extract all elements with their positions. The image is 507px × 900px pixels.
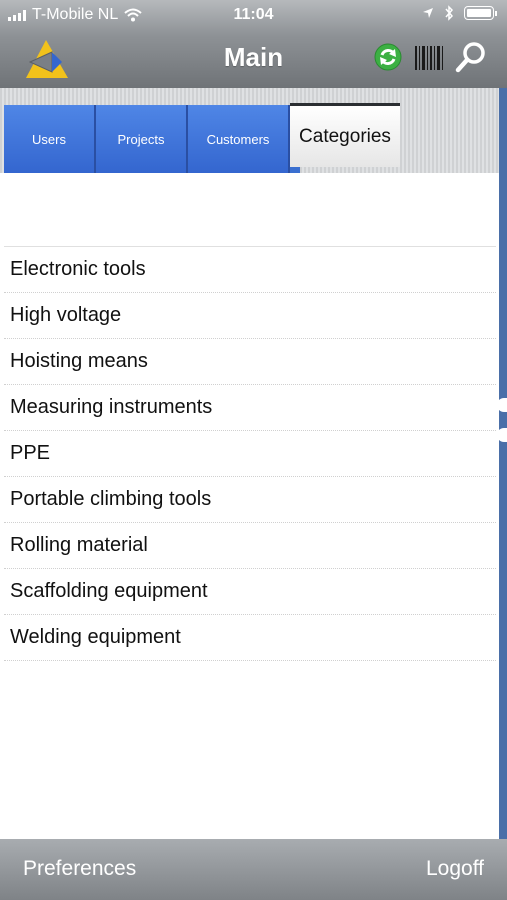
search-icon[interactable] bbox=[455, 41, 487, 73]
list-item[interactable]: PPE bbox=[4, 431, 496, 477]
barcode-icon[interactable] bbox=[414, 45, 444, 71]
tab-users[interactable]: Users bbox=[4, 105, 96, 173]
list-item[interactable]: Portable climbing tools bbox=[4, 477, 496, 523]
tab-customers[interactable]: Customers bbox=[188, 105, 290, 173]
tab-categories[interactable]: Categories bbox=[290, 103, 400, 167]
list-item[interactable]: Scaffolding equipment bbox=[4, 569, 496, 615]
status-bar: T-Mobile NL 11:04 bbox=[0, 0, 507, 30]
category-list: Electronic tools High voltage Hoisting m… bbox=[4, 246, 496, 661]
list-item[interactable]: High voltage bbox=[4, 293, 496, 339]
logoff-button[interactable]: Logoff bbox=[426, 857, 484, 881]
list-item[interactable]: Measuring instruments bbox=[4, 385, 496, 431]
battery-icon bbox=[464, 6, 494, 20]
location-icon bbox=[423, 8, 433, 18]
tab-projects[interactable]: Projects bbox=[96, 105, 188, 173]
list-item[interactable]: Hoisting means bbox=[4, 339, 496, 385]
tab-bar: Users Projects Customers bbox=[4, 105, 300, 173]
bottom-bar: Preferences Logoff bbox=[0, 839, 507, 900]
list-item[interactable]: Electronic tools bbox=[4, 247, 496, 293]
preferences-button[interactable]: Preferences bbox=[23, 857, 136, 881]
sync-icon[interactable] bbox=[374, 43, 402, 71]
tab-bar-area: Users Projects Customers Categories bbox=[0, 88, 507, 173]
main-content: Electronic tools High voltage Hoisting m… bbox=[0, 173, 499, 839]
bluetooth-icon bbox=[445, 5, 454, 21]
list-item[interactable]: Welding equipment bbox=[4, 615, 496, 661]
list-item[interactable]: Rolling material bbox=[4, 523, 496, 569]
status-icons bbox=[422, 5, 497, 21]
panel-handle-bottom[interactable] bbox=[497, 428, 507, 442]
right-edge-panel bbox=[497, 88, 507, 839]
top-bar: T-Mobile NL 11:04 Main bbox=[0, 0, 507, 88]
panel-handle-top[interactable] bbox=[497, 398, 507, 412]
